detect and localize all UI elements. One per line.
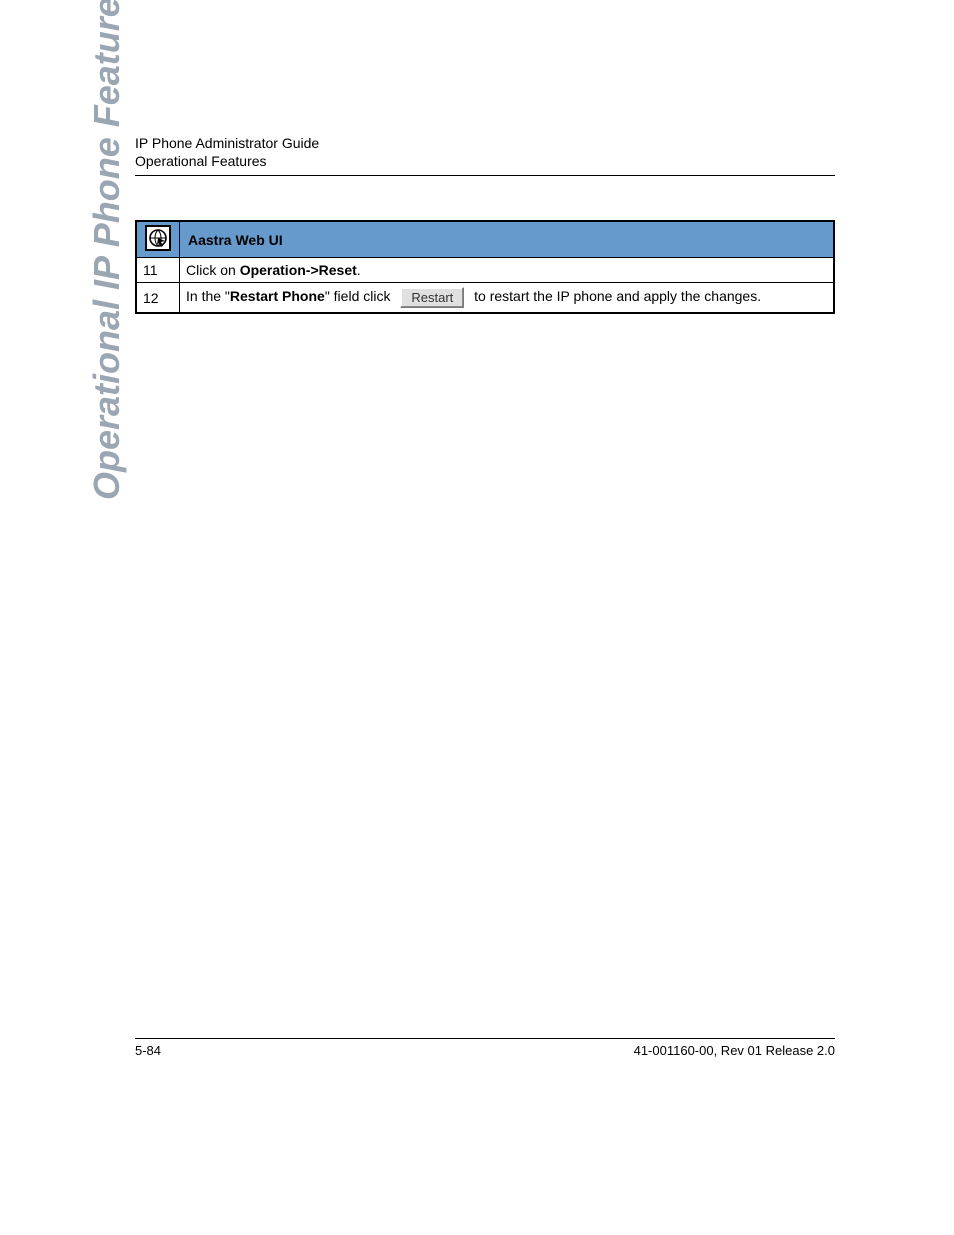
restart-button[interactable]: Restart: [400, 287, 464, 308]
bold-text: Restart Phone: [230, 288, 325, 304]
table-title-icon-cell: [136, 221, 180, 258]
step-number: 11: [136, 258, 180, 283]
page-content: IP Phone Administrator Guide Operational…: [135, 135, 835, 314]
table-title-row: Aastra Web UI: [136, 221, 834, 258]
text: In the ": [186, 288, 230, 304]
text: Click on: [186, 262, 240, 278]
step-text: In the "Restart Phone" field click Resta…: [180, 283, 835, 314]
step-text: Click on Operation->Reset.: [180, 258, 835, 283]
table-row: 11 Click on Operation->Reset.: [136, 258, 834, 283]
doc-title: IP Phone Administrator Guide: [135, 135, 835, 151]
doc-revision: 41-001160-00, Rev 01 Release 2.0: [634, 1043, 835, 1058]
header-divider: [135, 175, 835, 176]
page-number: 5-84: [135, 1043, 161, 1058]
step-number: 12: [136, 283, 180, 314]
instruction-table: Aastra Web UI 11 Click on Operation->Res…: [135, 220, 835, 314]
table-row: 12 In the "Restart Phone" field click Re…: [136, 283, 834, 314]
text: to restart the IP phone and apply the ch…: [470, 288, 761, 304]
footer-divider: [135, 1038, 835, 1039]
text: .: [357, 262, 361, 278]
table-title: Aastra Web UI: [180, 221, 835, 258]
side-tab-label: Operational IP Phone Features: [86, 0, 128, 500]
page-footer: 5-84 41-001160-00, Rev 01 Release 2.0: [135, 1038, 835, 1058]
doc-subtitle: Operational Features: [135, 153, 835, 169]
globe-cursor-icon: [145, 225, 171, 251]
text: " field click: [325, 288, 395, 304]
bold-text: Operation->Reset: [240, 262, 357, 278]
